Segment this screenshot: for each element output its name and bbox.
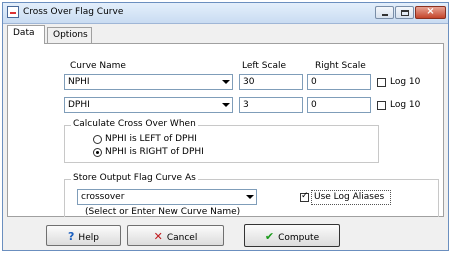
chevron-down-icon[interactable] xyxy=(219,98,232,112)
chevron-down-icon[interactable] xyxy=(219,75,232,89)
left-scale-header: Left Scale xyxy=(242,61,287,71)
radio-nphi-left-label[interactable]: NPHI is LEFT of DPHI xyxy=(105,134,197,144)
compute-button-label: Compute xyxy=(278,233,320,243)
maximize-icon xyxy=(401,10,409,16)
data-panel: Curve Name Left Scale Right Scale NPHI 3… xyxy=(7,43,444,217)
curve1-right-scale-input[interactable]: 0 xyxy=(307,74,371,90)
curve1-left-scale-input[interactable]: 30 xyxy=(239,74,303,90)
minimize-button[interactable] xyxy=(375,6,394,19)
right-scale-header: Right Scale xyxy=(315,61,366,71)
radio-nphi-right[interactable] xyxy=(93,148,102,157)
radio-nphi-right-label[interactable]: NPHI is RIGHT of DPHI xyxy=(105,147,204,157)
help-button-label: Help xyxy=(78,233,99,243)
crossover-group: Calculate Cross Over When NPHI is LEFT o… xyxy=(64,119,379,163)
crossover-group-title: Calculate Cross Over When xyxy=(71,119,198,129)
minimize-icon xyxy=(382,14,388,16)
curve2-log10-checkbox[interactable] xyxy=(377,101,386,110)
curve1-left-scale-value: 30 xyxy=(243,77,255,87)
curve2-value: DPHI xyxy=(68,100,90,110)
dialog-window: Cross Over Flag Curve × Data Options Cur… xyxy=(2,2,449,251)
tab-data[interactable]: Data xyxy=(7,25,45,44)
compute-button[interactable]: ✔ Compute xyxy=(244,224,340,247)
app-icon xyxy=(7,6,19,18)
use-log-aliases-checkbox[interactable] xyxy=(300,191,309,202)
curve-name-header: Curve Name xyxy=(70,61,126,71)
output-curve-combo[interactable]: crossover xyxy=(77,189,257,205)
title-bar[interactable]: Cross Over Flag Curve × xyxy=(3,3,448,24)
cancel-x-icon: ✕ xyxy=(153,230,163,243)
curve2-combo[interactable]: DPHI xyxy=(64,97,233,113)
curve2-right-scale-input[interactable]: 0 xyxy=(307,97,371,113)
cancel-button[interactable]: ✕ Cancel xyxy=(127,225,224,246)
chevron-down-icon[interactable] xyxy=(243,190,256,204)
cancel-button-label: Cancel xyxy=(166,233,198,243)
maximize-button[interactable] xyxy=(395,6,414,19)
curve1-right-scale-value: 0 xyxy=(311,77,317,87)
curve2-left-scale-value: 3 xyxy=(243,100,249,110)
output-curve-hint: (Select or Enter New Curve Name) xyxy=(85,207,241,217)
curve1-log10-label: Log 10 xyxy=(390,77,421,87)
focus-indicator xyxy=(311,190,391,205)
curve2-log10-label: Log 10 xyxy=(390,100,421,110)
curve2-left-scale-input[interactable]: 3 xyxy=(239,97,303,113)
radio-nphi-left[interactable] xyxy=(93,135,102,144)
help-button[interactable]: ? Help xyxy=(46,225,121,246)
tab-options[interactable]: Options xyxy=(47,27,92,43)
help-question-icon: ? xyxy=(68,230,75,243)
curve1-combo[interactable]: NPHI xyxy=(64,74,233,90)
store-output-group: Store Output Flag Curve As crossover (Se… xyxy=(64,173,439,217)
store-output-group-title: Store Output Flag Curve As xyxy=(71,173,198,183)
curve1-value: NPHI xyxy=(68,77,90,87)
close-button[interactable]: × xyxy=(415,6,446,19)
curve2-right-scale-value: 0 xyxy=(311,100,317,110)
window-title: Cross Over Flag Curve xyxy=(23,7,124,17)
close-icon: × xyxy=(426,6,435,17)
output-curve-value: crossover xyxy=(81,192,125,202)
checkmark-icon: ✔ xyxy=(264,230,275,243)
curve1-log10-checkbox[interactable] xyxy=(377,78,386,87)
